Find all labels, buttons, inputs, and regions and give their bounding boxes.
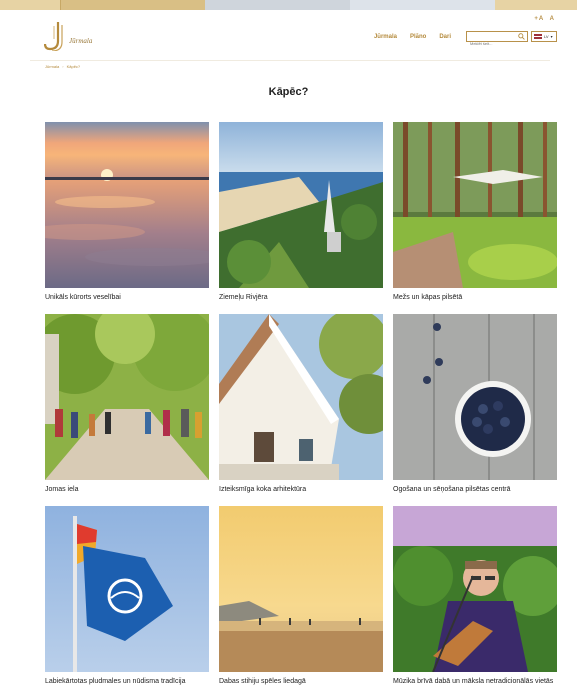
card-architecture[interactable]: Izteiksmīga koka arhitektūra <box>219 314 383 494</box>
jurmala-logo-icon <box>44 22 63 51</box>
tab-segment[interactable] <box>205 0 350 10</box>
site-header: Jūrmala Jūrmala Plāno Dari LV ▾ <box>0 14 577 60</box>
wooden-house-photo[interactable] <box>219 314 383 480</box>
chevron-down-icon: ▾ <box>550 34 553 39</box>
card-caption[interactable]: Mūzika brīvā dabā un māksla netradicionā… <box>393 677 557 686</box>
card-forest[interactable]: Mežs un kāpas pilsētā <box>393 122 557 302</box>
card-jomas[interactable]: Jomas iela <box>45 314 209 494</box>
browser-tab-strip <box>0 0 577 12</box>
search-box <box>466 31 528 48</box>
card-nature[interactable]: Dabas stihiju spēles liedagā <box>219 506 383 686</box>
language-selector[interactable]: LV ▾ <box>531 31 557 42</box>
blue-flag-photo[interactable] <box>45 506 209 672</box>
tab-segment[interactable] <box>350 0 495 10</box>
card-caption[interactable]: Labiekārtotas pludmales un nūdisma tradī… <box>45 677 209 686</box>
card-riviera[interactable]: Ziemeļu Rivjēra <box>219 122 383 302</box>
card-caption[interactable]: Jomas iela <box>45 485 209 494</box>
sunset-sea-photo[interactable] <box>45 122 209 288</box>
main-nav: Jūrmala Plāno Dari <box>374 34 451 40</box>
breadcrumb-item-current: Kāpēc? <box>66 64 81 69</box>
nav-item-jurmala[interactable]: Jūrmala <box>374 34 397 40</box>
card-caption[interactable]: Izteiksmīga koka arhitektūra <box>219 485 383 494</box>
header-divider <box>30 60 550 61</box>
breadcrumb-item-home[interactable]: Jūrmala <box>45 64 59 69</box>
site-logo[interactable]: Jūrmala <box>44 21 92 51</box>
page-title: Kāpēc? <box>268 86 309 98</box>
tab-segment[interactable] <box>60 0 205 10</box>
nav-item-dari[interactable]: Dari <box>439 34 451 40</box>
musician-photo[interactable] <box>393 506 557 672</box>
coast-aerial-photo[interactable] <box>219 122 383 288</box>
language-label: LV <box>544 34 549 39</box>
beach-sunset-photo[interactable] <box>219 506 383 672</box>
card-caption[interactable]: Ogošana un sēņošana pilsētas centrā <box>393 485 557 494</box>
forest-park-photo[interactable] <box>393 122 557 288</box>
card-caption[interactable]: Mežs un kāpas pilsētā <box>393 293 557 302</box>
card-beaches[interactable]: Labiekārtotas pludmales un nūdisma tradī… <box>45 506 209 686</box>
blueberries-photo[interactable] <box>393 314 557 480</box>
card-music[interactable]: Mūzika brīvā dabā un māksla netradicionā… <box>393 506 557 686</box>
card-resort[interactable]: Unikāls kūrorts veselībai <box>45 122 209 302</box>
card-caption[interactable]: Unikāls kūrorts veselībai <box>45 293 209 302</box>
breadcrumb: Jūrmala › Kāpēc? <box>45 64 81 69</box>
latvia-flag-icon <box>534 34 542 39</box>
search-icon[interactable] <box>518 33 525 40</box>
street-crowd-photo[interactable] <box>45 314 209 480</box>
card-berries[interactable]: Ogošana un sēņošana pilsētas centrā <box>393 314 557 494</box>
search-input[interactable] <box>467 39 515 48</box>
card-caption[interactable]: Dabas stihiju spēles liedagā <box>219 677 383 686</box>
tab-segment[interactable] <box>495 0 577 10</box>
tab-segment[interactable] <box>0 0 60 10</box>
card-caption[interactable]: Ziemeļu Rivjēra <box>219 293 383 302</box>
logo-text: Jūrmala <box>69 37 93 45</box>
nav-item-plano[interactable]: Plāno <box>410 34 426 40</box>
